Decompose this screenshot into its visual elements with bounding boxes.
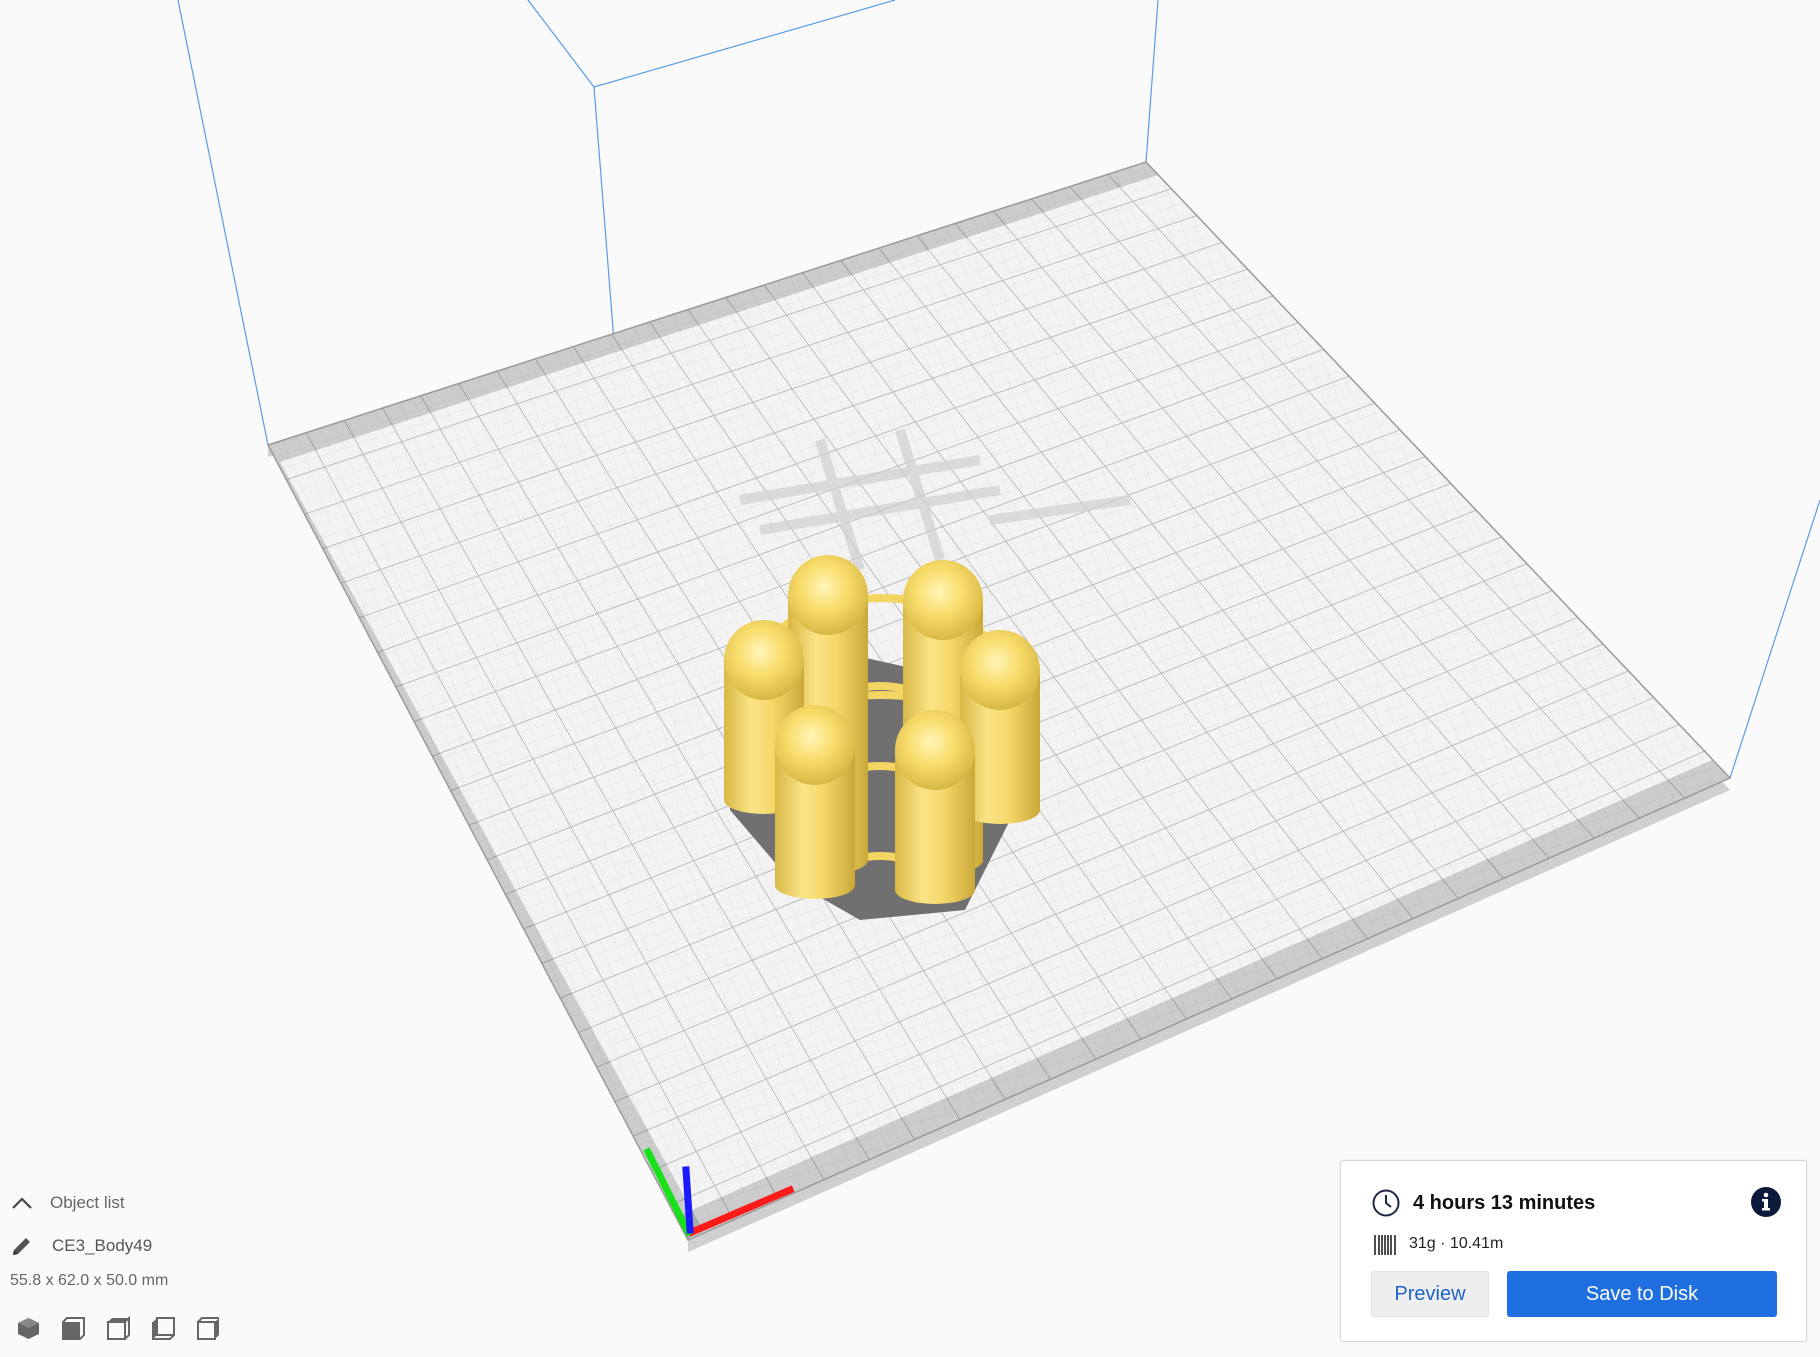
object-list-panel: Object list CE3_Body49 55.8 x 62.0 x 50.…: [10, 1185, 330, 1350]
left-view-button[interactable]: [151, 1316, 176, 1341]
camera-view-buttons: [16, 1315, 221, 1341]
axis-z: [682, 1166, 694, 1234]
print-time: 4 hours 13 minutes: [1371, 1188, 1595, 1218]
object-list-toggle[interactable]: Object list: [10, 1193, 125, 1213]
object-name: CE3_Body49: [52, 1236, 153, 1255]
save-to-disk-button[interactable]: Save to Disk: [1507, 1271, 1777, 1317]
top-view-button[interactable]: [106, 1315, 131, 1341]
chevron-up-icon: [12, 1197, 32, 1209]
cube-3d-icon: [18, 1318, 39, 1339]
model-cylinder: [775, 705, 855, 899]
pencil-icon: [13, 1238, 30, 1255]
cube-front-icon: [62, 1317, 85, 1340]
build-plate-viewport[interactable]: [0, 0, 1820, 1357]
front-view-button[interactable]: [61, 1316, 86, 1341]
model-cylinder: [895, 710, 975, 904]
clock-icon: [1372, 1189, 1400, 1217]
material-estimate: 31g · 10.41m: [1373, 1231, 1503, 1257]
material-label: 31g · 10.41m: [1409, 1235, 1504, 1252]
right-view-button[interactable]: [196, 1316, 221, 1341]
cube-top-icon: [107, 1315, 130, 1340]
info-icon[interactable]: [1750, 1186, 1782, 1218]
cube-left-icon: [152, 1317, 175, 1340]
object-list-label: Object list: [50, 1193, 125, 1212]
object-list-item[interactable]: CE3_Body49: [10, 1234, 152, 1258]
object-dimensions: 55.8 x 62.0 x 50.0 mm: [10, 1272, 169, 1289]
print-summary-card: 4 hours 13 minutes 31g · 10.41m Preview …: [1340, 1160, 1807, 1342]
3d-view-button[interactable]: [16, 1316, 41, 1341]
spool-icon: [1374, 1235, 1396, 1255]
print-time-label: 4 hours 13 minutes: [1413, 1191, 1596, 1214]
preview-button[interactable]: Preview: [1371, 1271, 1489, 1317]
cube-right-icon: [197, 1317, 219, 1340]
